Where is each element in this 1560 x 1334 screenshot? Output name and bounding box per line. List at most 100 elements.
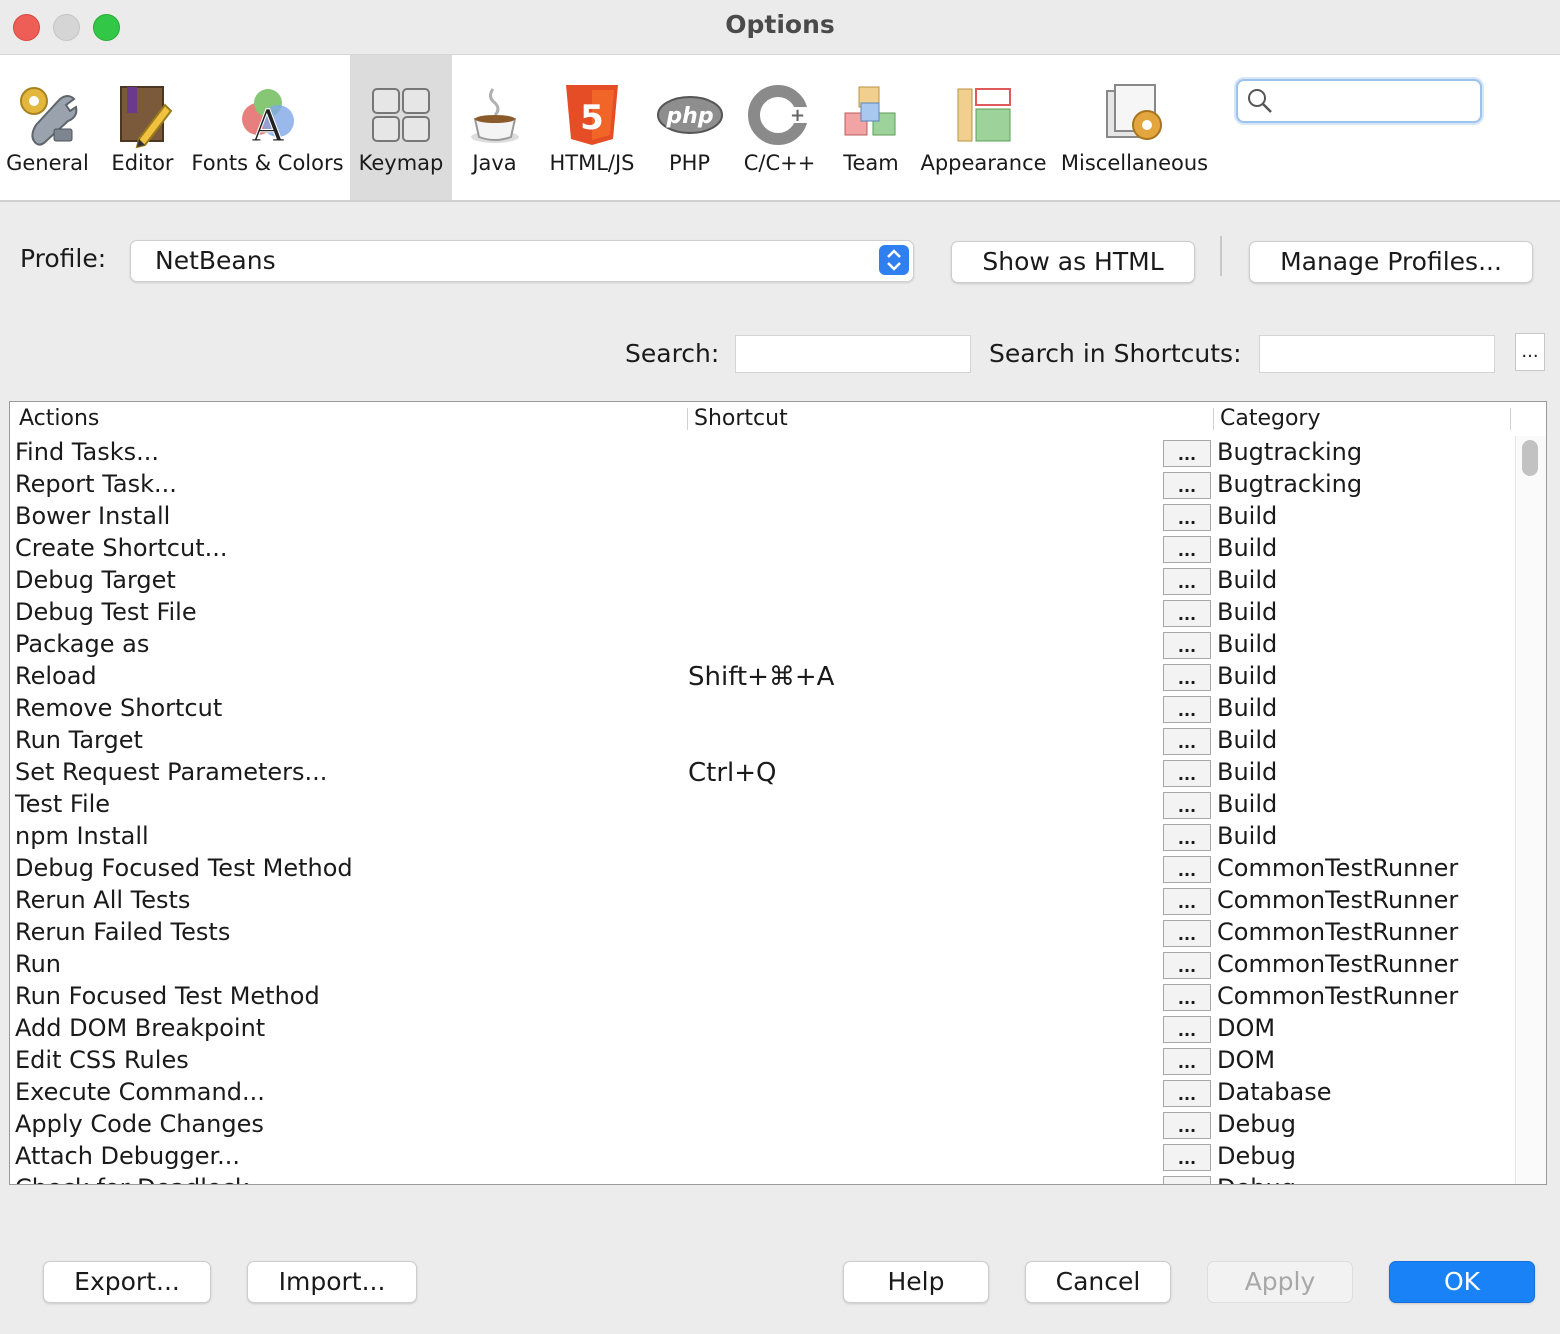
manage-profiles-button[interactable]: Manage Profiles... [1249,241,1533,283]
profile-select[interactable]: NetBeans [130,240,914,282]
edit-shortcut-button[interactable]: ... [1163,536,1211,563]
table-row[interactable]: Bower Install... Build [10,500,1515,532]
scrollbar-thumb[interactable] [1522,440,1538,476]
action-cell: Debug Target [15,566,176,594]
svg-text:php: php [665,104,713,129]
table-row[interactable]: Check for Deadlock... Debug [10,1172,1515,1184]
table-row[interactable]: Debug Target... Build [10,564,1515,596]
column-header-shortcut[interactable]: Shortcut [694,406,788,431]
edit-shortcut-button[interactable]: ... [1163,728,1211,755]
help-button[interactable]: Help [843,1261,989,1303]
edit-shortcut-button[interactable]: ... [1163,888,1211,915]
table-row[interactable]: Run Target... Build [10,724,1515,756]
category-cell: Build [1217,502,1278,530]
edit-shortcut-button[interactable]: ... [1163,632,1211,659]
table-row[interactable]: npm Install... Build [10,820,1515,852]
column-divider[interactable] [687,408,688,430]
edit-shortcut-button[interactable]: ... [1163,792,1211,819]
edit-shortcut-button[interactable]: ... [1163,1016,1211,1043]
edit-shortcut-button[interactable]: ... [1163,760,1211,787]
edit-shortcut-button[interactable]: ... [1163,1080,1211,1107]
table-row[interactable]: Remove Shortcut... Build [10,692,1515,724]
edit-shortcut-button[interactable]: ... [1163,472,1211,499]
profile-selected-value: NetBeans [155,246,276,275]
tab-appearance-label: Appearance [920,151,1047,175]
tab-keymap[interactable]: Keymap [350,55,452,200]
edit-shortcut-button[interactable]: ... [1163,1176,1211,1184]
shortcut-search-more-button[interactable]: ... [1515,333,1545,371]
tab-c-cpp[interactable]: + C/C++ [732,55,827,200]
search-in-shortcuts-label: Search in Shortcuts: [989,339,1242,368]
edit-shortcut-button[interactable]: ... [1163,1112,1211,1139]
ok-button[interactable]: OK [1389,1261,1535,1303]
category-cell: Bugtracking [1217,470,1363,498]
action-cell: Remove Shortcut [15,694,223,722]
table-row[interactable]: Debug Test File... Build [10,596,1515,628]
edit-shortcut-button[interactable]: ... [1163,568,1211,595]
search-shortcuts-input[interactable] [1259,335,1495,373]
table-row[interactable]: Rerun All Tests... CommonTestRunner [10,884,1515,916]
edit-shortcut-button[interactable]: ... [1163,824,1211,851]
table-row[interactable]: Debug Focused Test Method... CommonTestRu… [10,852,1515,884]
table-row[interactable]: Reload Shift+⌘+A... Build [10,660,1515,692]
tab-general[interactable]: General [0,55,95,200]
tab-team[interactable]: Team [827,55,915,200]
table-row[interactable]: Add DOM Breakpoint... DOM [10,1012,1515,1044]
edit-shortcut-button[interactable]: ... [1163,504,1211,531]
search-actions-input[interactable] [735,335,971,373]
miscellaneous-icon [1105,84,1162,140]
category-cell: Bugtracking [1217,438,1363,466]
category-cell: Debug [1217,1110,1296,1138]
shortcut-cell[interactable]: Ctrl+Q [688,758,777,788]
category-cell: Build [1217,662,1278,690]
action-cell: Debug Test File [15,598,197,626]
table-row[interactable]: Report Task...... Bugtracking [10,468,1515,500]
edit-shortcut-button[interactable]: ... [1163,1144,1211,1171]
edit-shortcut-button[interactable]: ... [1163,920,1211,947]
tab-java[interactable]: Java [452,55,537,200]
tab-html-js[interactable]: 5 HTML/JS [537,55,647,200]
edit-shortcut-button[interactable]: ... [1163,600,1211,627]
column-header-category[interactable]: Category [1220,406,1321,431]
table-vertical-scrollbar[interactable] [1515,436,1546,1184]
edit-shortcut-button[interactable]: ... [1163,952,1211,979]
table-row[interactable]: Run Focused Test Method... CommonTestRunn… [10,980,1515,1012]
table-row[interactable]: Package as... Build [10,628,1515,660]
tab-miscellaneous[interactable]: Miscellaneous [1057,55,1212,200]
edit-shortcut-button[interactable]: ... [1163,696,1211,723]
tab-editor[interactable]: Editor [95,55,190,200]
action-cell: Package as [15,630,150,658]
table-row[interactable]: Run... CommonTestRunner [10,948,1515,980]
edit-shortcut-button[interactable]: ... [1163,664,1211,691]
table-row[interactable]: Apply Code Changes... Debug [10,1108,1515,1140]
cpp-icon: + [747,85,814,145]
tab-php[interactable]: php PHP [647,55,732,200]
tab-appearance[interactable]: Appearance [915,55,1052,200]
table-row[interactable]: Find Tasks...... Bugtracking [10,436,1515,468]
action-cell: npm Install [15,822,149,850]
import-button[interactable]: Import... [247,1261,417,1303]
edit-shortcut-button[interactable]: ... [1163,1048,1211,1075]
table-row[interactable]: Create Shortcut...... Build [10,532,1515,564]
apply-button[interactable]: Apply [1207,1261,1353,1303]
column-divider[interactable] [1213,408,1214,430]
column-header-actions[interactable]: Actions [19,406,99,431]
category-cell: Build [1217,630,1278,658]
shortcut-cell[interactable]: Shift+⌘+A [688,662,834,692]
table-row[interactable]: Rerun Failed Tests... CommonTestRunner [10,916,1515,948]
cancel-button[interactable]: Cancel [1025,1261,1171,1303]
php-icon: php [656,96,723,134]
fonts-colors-icon: A [241,89,294,149]
show-as-html-button[interactable]: Show as HTML [951,241,1195,283]
edit-shortcut-button[interactable]: ... [1163,856,1211,883]
table-row[interactable]: Edit CSS Rules... DOM [10,1044,1515,1076]
edit-shortcut-button[interactable]: ... [1163,440,1211,467]
table-row[interactable]: Set Request Parameters... Ctrl+Q... Build [10,756,1515,788]
table-row[interactable]: Execute Command...... Database [10,1076,1515,1108]
edit-shortcut-button[interactable]: ... [1163,984,1211,1011]
export-button[interactable]: Export... [43,1261,211,1303]
options-search-field[interactable] [1236,79,1482,123]
table-row[interactable]: Attach Debugger...... Debug [10,1140,1515,1172]
tab-fonts-colors[interactable]: A Fonts & Colors [190,55,345,200]
table-row[interactable]: Test File... Build [10,788,1515,820]
